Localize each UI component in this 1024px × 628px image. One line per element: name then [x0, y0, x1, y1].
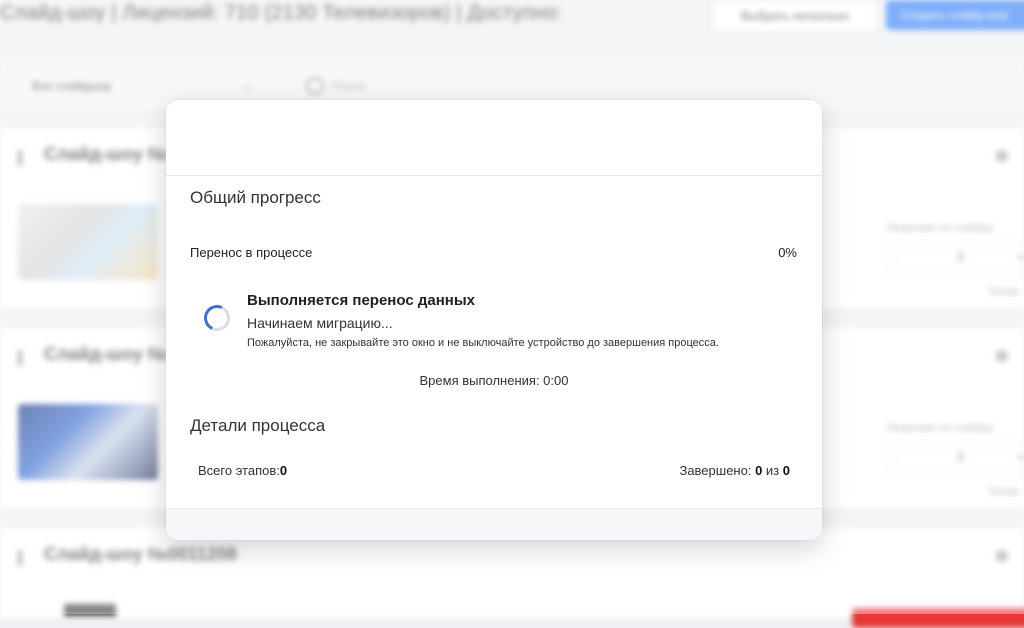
loading-spinner-icon [200, 301, 234, 335]
total-steps-value: 0 [279, 463, 288, 478]
completed-total: 0 [782, 463, 790, 478]
progress-label: Перенос в процессе [190, 245, 313, 260]
status-subtitle: Начинаем миграцию... [247, 315, 393, 331]
process-details-title: Детали процесса [190, 416, 326, 435]
overall-progress-title: Общий прогресс [190, 188, 321, 207]
dialog-footer [166, 508, 822, 540]
elapsed-time: Время выполнения: 0:00 [166, 373, 822, 388]
completed-label: Завершено: [679, 463, 756, 478]
elapsed-label: Время выполнения: [419, 373, 544, 388]
migration-progress-dialog: Общий прогресс Перенос в процессе 0% Вып… [166, 100, 822, 540]
total-steps-label: Всего этапов: [198, 463, 280, 478]
progress-bar [190, 266, 797, 268]
total-steps: Всего этапов:0 [198, 463, 287, 478]
completed-of: из [762, 463, 783, 478]
progress-percent: 0% [778, 245, 797, 260]
completed-steps: Завершено: 0 из 0 [679, 463, 790, 478]
dialog-header [166, 100, 822, 176]
elapsed-value: 0:00 [543, 373, 569, 388]
status-warning: Пожалуйста, не закрывайте это окно и не … [247, 337, 719, 349]
status-title: Выполняется перенос данных [247, 292, 475, 309]
